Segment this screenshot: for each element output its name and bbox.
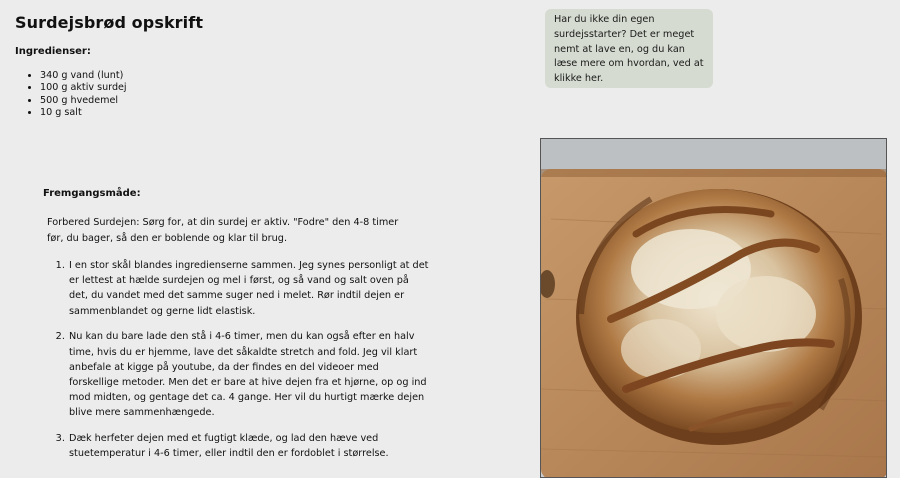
method-step: Nu kan du bare lade den stå i 4-6 timer,…	[68, 329, 430, 420]
ingredient-item: 340 g vand (lunt)	[40, 70, 127, 82]
sourdough-starter-callout-link[interactable]: Har du ikke din egen surdejsstarter? Det…	[545, 9, 713, 88]
method-step: I en stor skål blandes ingredienserne sa…	[68, 258, 430, 319]
ingredients-heading: Ingredienser:	[15, 46, 91, 57]
method-step: Dæk herfeter dejen med et fugtigt klæde,…	[68, 431, 430, 461]
sourdough-bread-image	[541, 139, 886, 477]
ingredient-item: 10 g salt	[40, 107, 127, 119]
ingredients-list: 340 g vand (lunt) 100 g aktiv surdej 500…	[23, 70, 127, 119]
page-title: Surdejsbrød opskrift	[15, 13, 204, 32]
ingredient-item: 500 g hvedemel	[40, 95, 127, 107]
bread-photo	[540, 138, 887, 478]
method-heading: Fremgangsmåde:	[43, 188, 141, 199]
method-intro: Forbered Surdejen: Sørg for, at din surd…	[47, 217, 399, 244]
ingredient-item: 100 g aktiv surdej	[40, 82, 127, 94]
method-steps-list: I en stor skål blandes ingredienserne sa…	[51, 258, 430, 472]
